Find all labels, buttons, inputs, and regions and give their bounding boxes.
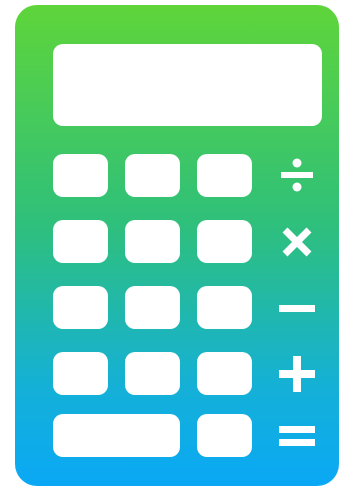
key-row2-col1[interactable] (53, 220, 108, 263)
key-row5-col3[interactable] (197, 414, 252, 457)
key-row2-col2[interactable] (125, 220, 180, 263)
calculator-display (53, 44, 322, 126)
key-row1-col2[interactable] (125, 154, 180, 197)
multiply-icon (282, 227, 312, 257)
key-row4-col1[interactable] (53, 352, 108, 395)
key-row4-col3[interactable] (197, 352, 252, 395)
plus-icon (279, 356, 315, 392)
minus-icon (279, 305, 315, 312)
multiply-button[interactable] (277, 222, 317, 262)
key-row1-col1[interactable] (53, 154, 108, 197)
equals-button[interactable] (277, 416, 317, 456)
equals-icon (279, 426, 315, 446)
divide-icon (281, 158, 313, 192)
subtract-button[interactable] (277, 288, 317, 328)
divide-button[interactable] (277, 155, 317, 195)
key-row3-col2[interactable] (125, 286, 180, 329)
calculator-body (15, 5, 339, 486)
key-row2-col3[interactable] (197, 220, 252, 263)
key-row1-col3[interactable] (197, 154, 252, 197)
key-row5-wide[interactable] (53, 414, 180, 457)
key-row3-col3[interactable] (197, 286, 252, 329)
key-row4-col2[interactable] (125, 352, 180, 395)
key-row3-col1[interactable] (53, 286, 108, 329)
add-button[interactable] (277, 354, 317, 394)
